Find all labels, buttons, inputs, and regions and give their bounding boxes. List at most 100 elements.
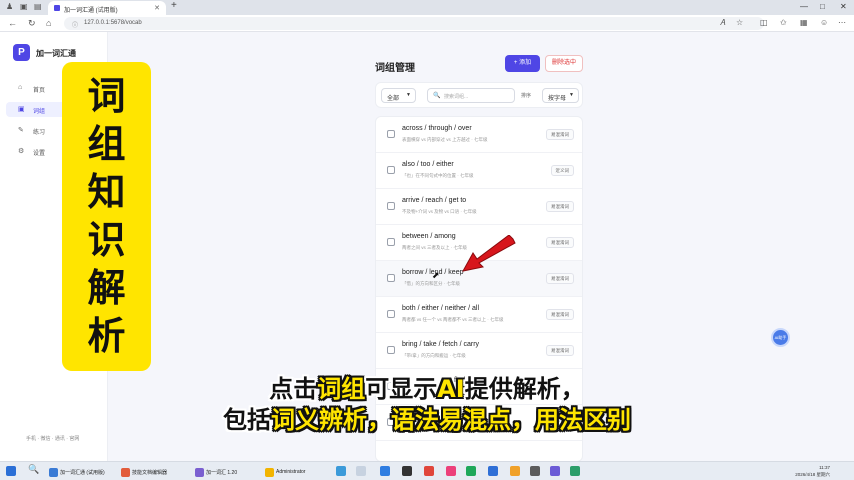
profile-icon[interactable]: ♟ xyxy=(6,2,13,11)
phrase-text: bring / take / fetch / carry xyxy=(402,341,480,348)
tabs-icon[interactable]: ▤ xyxy=(34,2,42,11)
banner-char: 识 xyxy=(87,218,126,262)
taskbar-item[interactable]: Administrator xyxy=(264,465,305,479)
more-menu-icon[interactable]: ⋯ xyxy=(838,18,846,27)
phrase-description: 「借」的方向和区分 · 七年级 xyxy=(402,281,460,286)
row-checkbox[interactable] xyxy=(387,346,395,354)
url-field[interactable]: ⓘ 127.0.0.1:5678/vocab xyxy=(64,17,764,30)
row-checkbox[interactable] xyxy=(387,274,395,282)
home-icon: ⌂ xyxy=(18,84,23,91)
caption-text: 可显示 xyxy=(365,375,438,403)
caption-highlight: AI xyxy=(437,375,465,403)
type-badge: 易混淆词 xyxy=(546,309,574,320)
row-checkbox[interactable] xyxy=(387,238,395,246)
app-icon[interactable] xyxy=(446,466,456,476)
favorites-icon[interactable]: ✩ xyxy=(780,18,787,27)
browser-tab[interactable]: 加一词汇通 (试用版) ✕ xyxy=(48,1,166,15)
sort-select[interactable]: 按字母 ▼ xyxy=(542,88,579,103)
filter-bar: 全部 ▼ 🔍 搜索词组... 排序 按字母 ▼ xyxy=(375,82,583,108)
caption-text: 点击 xyxy=(269,375,318,403)
edge-icon xyxy=(49,468,58,477)
row-checkbox[interactable] xyxy=(387,310,395,318)
row-checkbox[interactable] xyxy=(387,202,395,210)
phrase-description: 「带/拿」的方向和搬运 · 七年级 xyxy=(402,353,466,358)
favorite-star-icon[interactable]: ☆ xyxy=(736,18,743,27)
clock-date: 2026/4/18 星期六 xyxy=(795,472,830,477)
sidebar-item-label: 首页 xyxy=(33,88,46,94)
row-checkbox[interactable] xyxy=(387,166,395,174)
row-checkbox[interactable] xyxy=(387,130,395,138)
search-icon[interactable]: 🔍 xyxy=(28,464,39,474)
folder-icon xyxy=(265,468,274,477)
system-clock[interactable]: 11:37 2026/4/18 星期六 xyxy=(786,464,830,478)
sidebar-item-label: 练习 xyxy=(33,130,46,136)
add-button[interactable]: + 添加 xyxy=(505,55,540,72)
taskbar-item[interactable]: 加一词汇 1.20 xyxy=(194,465,237,479)
taskbar-item[interactable]: 加一词汇通 (试用版) xyxy=(48,465,105,479)
app-icon[interactable] xyxy=(424,466,434,476)
new-tab-icon[interactable]: + xyxy=(171,0,177,11)
search-placeholder: 搜索词组... xyxy=(444,94,469,100)
list-item[interactable]: also / too / either 「也」在不同句式中的位置 · 七年级 近… xyxy=(376,153,582,189)
list-item[interactable]: bring / take / fetch / carry 「带/拿」的方向和搬运… xyxy=(376,333,582,369)
app-icon[interactable] xyxy=(570,466,580,476)
profile-icon[interactable]: ☺ xyxy=(820,18,828,27)
phrase-text: between / among xyxy=(402,233,456,240)
refresh-icon[interactable]: ↻ xyxy=(28,18,36,29)
type-badge: 近义词 xyxy=(550,165,574,176)
chevron-down-icon: ▼ xyxy=(569,92,574,98)
app-icon[interactable] xyxy=(336,466,346,476)
favicon-icon xyxy=(54,5,60,11)
category-value: 全部 xyxy=(387,96,400,102)
pointer-arrow-icon xyxy=(462,235,516,272)
page-title: 词组管理 xyxy=(375,63,415,74)
delete-selected-button[interactable]: 删除选中 xyxy=(545,55,583,72)
app-icon[interactable] xyxy=(356,466,366,476)
app-icon[interactable] xyxy=(530,466,540,476)
caption-text: 提供解析， xyxy=(464,375,585,403)
list-item[interactable]: across / through / over 表面横穿 vs 内部穿过 vs … xyxy=(376,117,582,153)
type-badge: 易混淆词 xyxy=(546,201,574,212)
app-icon[interactable] xyxy=(466,466,476,476)
extensions-icon[interactable]: ▦ xyxy=(800,18,808,27)
close-tab-icon[interactable]: ✕ xyxy=(154,4,160,12)
topic-banner: 词 组 知 识 解 析 xyxy=(62,62,151,371)
close-window-icon[interactable]: ✕ xyxy=(840,2,847,11)
list-item[interactable]: arrive / reach / get to 不及物+介词 vs 及物 vs … xyxy=(376,189,582,225)
minimize-icon[interactable]: — xyxy=(800,2,808,11)
app-logo[interactable]: P xyxy=(13,44,30,61)
chevron-down-icon: ▼ xyxy=(406,92,411,98)
read-aloud-icon[interactable]: 𝐴 xyxy=(720,18,725,28)
app-icon xyxy=(121,468,130,477)
category-select[interactable]: 全部 ▼ xyxy=(381,88,416,103)
banner-char: 知 xyxy=(87,170,126,214)
app-icon[interactable] xyxy=(488,466,498,476)
book-icon: ▣ xyxy=(18,106,25,113)
caption-highlight: 词组 xyxy=(317,375,366,403)
collections-icon[interactable]: ▣ xyxy=(20,2,28,11)
app-icon[interactable] xyxy=(550,466,560,476)
home-icon[interactable]: ⌂ xyxy=(46,18,51,28)
info-icon[interactable]: ⓘ xyxy=(72,20,78,29)
type-badge: 易混淆词 xyxy=(546,273,574,284)
phrase-description: 「也」在不同句式中的位置 · 七年级 xyxy=(402,173,474,178)
search-input[interactable]: 🔍 搜索词组... xyxy=(427,88,515,103)
maximize-icon[interactable]: □ xyxy=(820,2,825,11)
sidebar-footer: 手机 · 微信 · 通讯 · 官网 xyxy=(26,436,80,442)
taskbar-item[interactable]: 技能文档编辑器 xyxy=(120,465,167,479)
back-icon[interactable]: ← xyxy=(8,18,17,28)
phrase-description: 不及物+介词 vs 及物 vs 口语 · 七年级 xyxy=(402,209,477,214)
windows-start-icon[interactable] xyxy=(6,466,16,476)
banner-char: 词 xyxy=(87,74,126,118)
app-icon[interactable] xyxy=(380,466,390,476)
caption-line-1: 点击词组可显示AI提供解析， xyxy=(0,369,854,404)
app-icon[interactable] xyxy=(510,466,520,476)
type-badge: 易混淆词 xyxy=(546,345,574,356)
taskbar-label: 加一词汇通 (试用版) xyxy=(60,470,105,476)
app-icon[interactable] xyxy=(402,466,412,476)
ai-assistant-button[interactable]: AI助手 xyxy=(771,328,790,347)
caption-line-2: 包括词义辨析，语法易混点，用法区别 xyxy=(0,400,854,435)
split-screen-icon[interactable]: ◫ xyxy=(760,18,768,27)
address-bar: ← ↻ ⌂ ⓘ 127.0.0.1:5678/vocab 𝐴 ☆ ◫ ✩ ▦ ☺… xyxy=(0,15,854,32)
list-item[interactable]: both / either / neither / all 两者都 vs 任一个… xyxy=(376,297,582,333)
